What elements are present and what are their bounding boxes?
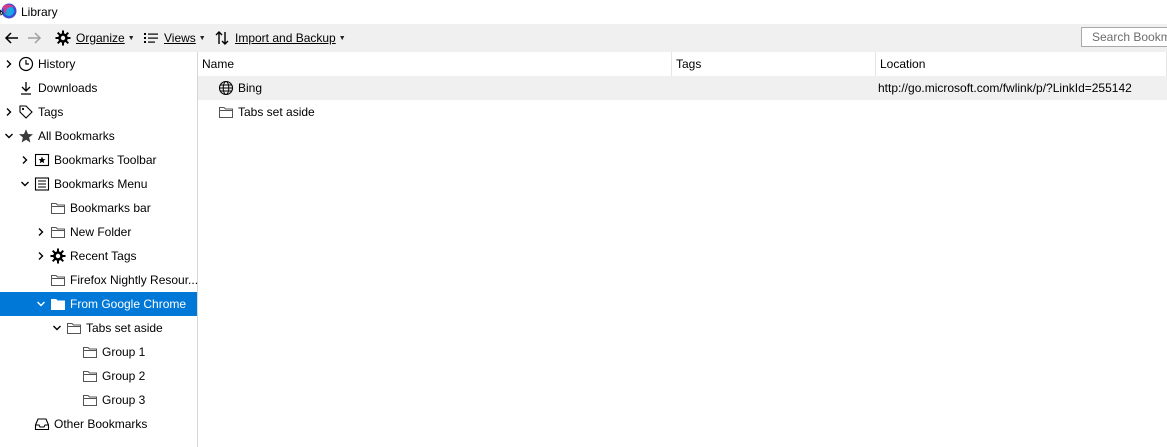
chevron-right-icon[interactable] [36, 227, 46, 237]
bookmarks-toolbar-icon [34, 152, 50, 168]
list-view-icon [144, 33, 158, 43]
chevron-down-icon[interactable] [4, 131, 14, 141]
sidebar-item-label: From Google Chrome [70, 297, 187, 311]
sidebar-item-label: Bookmarks bar [70, 201, 151, 215]
sidebar-item-label: Group 1 [102, 345, 146, 359]
table-row[interactable]: Tabs set aside [198, 100, 1167, 124]
folder-icon [82, 344, 98, 360]
folder-icon [50, 200, 66, 216]
column-header-label: Tags [676, 57, 702, 71]
sidebar-item-label: Other Bookmarks [54, 417, 148, 431]
sidebar-item[interactable]: Bookmarks bar [0, 196, 197, 220]
folder-icon [50, 296, 66, 312]
views-menu-button[interactable]: Views ▼ [144, 24, 206, 52]
sidebar-item-label: Recent Tags [70, 249, 137, 263]
sidebar-item-label: Downloads [38, 81, 98, 95]
row-name: Tabs set aside [238, 105, 315, 119]
chevron-right-icon[interactable] [36, 251, 46, 261]
download-icon [18, 80, 34, 96]
back-button[interactable] [4, 24, 20, 52]
sidebar-item[interactable]: Firefox Nightly Resour... [0, 268, 197, 292]
inbox-icon [34, 416, 50, 432]
sidebar-item-label: Bookmarks Toolbar [54, 153, 157, 167]
sidebar-item[interactable]: New Folder [0, 220, 197, 244]
sidebar-item-label: All Bookmarks [38, 129, 115, 143]
column-header-label: Location [880, 57, 926, 71]
chevron-right-icon[interactable] [20, 155, 30, 165]
sidebar-item[interactable]: Bookmarks Menu [0, 172, 197, 196]
column-header-label: Name [202, 57, 235, 71]
sidebar-item[interactable]: History [0, 52, 197, 76]
sidebar-item-label: Group 2 [102, 369, 146, 383]
search-input[interactable]: Search Bookmarks [1081, 27, 1167, 47]
search-placeholder: Search Bookmarks [1092, 30, 1167, 44]
sidebar-item[interactable]: Downloads [0, 76, 197, 100]
window-title: Library [21, 5, 58, 19]
gear-icon [50, 248, 66, 264]
sidebar-tree[interactable]: History Downloads Tags All Bookmarks Bookmar… [0, 52, 198, 447]
chevron-right-icon[interactable] [4, 59, 14, 69]
globe-icon [218, 80, 234, 96]
row-location: http://go.microsoft.com/fwlink/p/?LinkId… [878, 81, 1132, 95]
toolbar: Organize ▼ Views ▼ Import and Backup ▼ S… [0, 24, 1167, 52]
sidebar-item-label: Bookmarks Menu [54, 177, 148, 191]
sidebar-item-label: Firefox Nightly Resour... [70, 273, 198, 287]
tag-icon [18, 104, 34, 120]
column-header-name[interactable]: Name [198, 52, 672, 76]
title-bar: Library [0, 0, 1167, 24]
sidebar-item[interactable]: Other Bookmarks [0, 412, 197, 436]
folder-icon [50, 272, 66, 288]
dropdown-arrow-icon: ▼ [338, 34, 346, 42]
chevron-down-icon[interactable] [36, 299, 46, 309]
sidebar-item[interactable]: Tags [0, 100, 197, 124]
import-export-icon [215, 31, 229, 45]
sidebar-item[interactable]: Group 1 [0, 340, 197, 364]
organize-label: Organize [76, 31, 125, 45]
folder-icon [50, 224, 66, 240]
star-icon [18, 128, 34, 144]
organize-menu-button[interactable]: Organize ▼ [55, 24, 135, 52]
dropdown-arrow-icon: ▼ [198, 34, 206, 42]
views-label: Views [164, 31, 196, 45]
gear-icon [55, 30, 71, 46]
folder-icon [82, 368, 98, 384]
sidebar-item[interactable]: Bookmarks Toolbar [0, 148, 197, 172]
clock-icon [18, 56, 34, 72]
column-header-tags[interactable]: Tags [672, 52, 876, 76]
import-backup-menu-button[interactable]: Import and Backup ▼ [214, 24, 346, 52]
folder-icon [66, 320, 82, 336]
sidebar-item[interactable]: Group 3 [0, 388, 197, 412]
column-header-location[interactable]: Location [876, 52, 1167, 76]
bookmark-list[interactable]: Name Tags Location Bing http://go.microsoft.… [198, 52, 1167, 447]
chevron-down-icon[interactable] [20, 179, 30, 189]
sidebar-item[interactable]: Recent Tags [0, 244, 197, 268]
chevron-right-icon[interactable] [4, 107, 14, 117]
folder-icon [82, 392, 98, 408]
sidebar-item[interactable]: Group 2 [0, 364, 197, 388]
sidebar-item-label: Tabs set aside [86, 321, 163, 335]
import-backup-label: Import and Backup [235, 31, 336, 45]
dropdown-arrow-icon: ▼ [127, 34, 135, 42]
sidebar-item-label: Group 3 [102, 393, 146, 407]
forward-button[interactable] [26, 24, 42, 52]
sidebar-item-label: Tags [38, 105, 64, 119]
row-name: Bing [238, 81, 263, 95]
sidebar-item-label: History [38, 57, 76, 71]
sidebar-item[interactable]: All Bookmarks [0, 124, 197, 148]
arrow-right-icon [28, 32, 42, 44]
arrow-left-icon [4, 32, 18, 44]
firefox-logo-icon [0, 2, 18, 20]
sidebar-item[interactable]: From Google Chrome [0, 292, 197, 316]
table-row[interactable]: Bing http://go.microsoft.com/fwlink/p/?Li… [198, 76, 1167, 100]
folder-icon [218, 104, 234, 120]
sidebar-item-label: New Folder [70, 225, 132, 239]
chevron-down-icon[interactable] [52, 323, 62, 333]
bookmarks-menu-icon [34, 176, 50, 192]
sidebar-item[interactable]: Tabs set aside [0, 316, 197, 340]
